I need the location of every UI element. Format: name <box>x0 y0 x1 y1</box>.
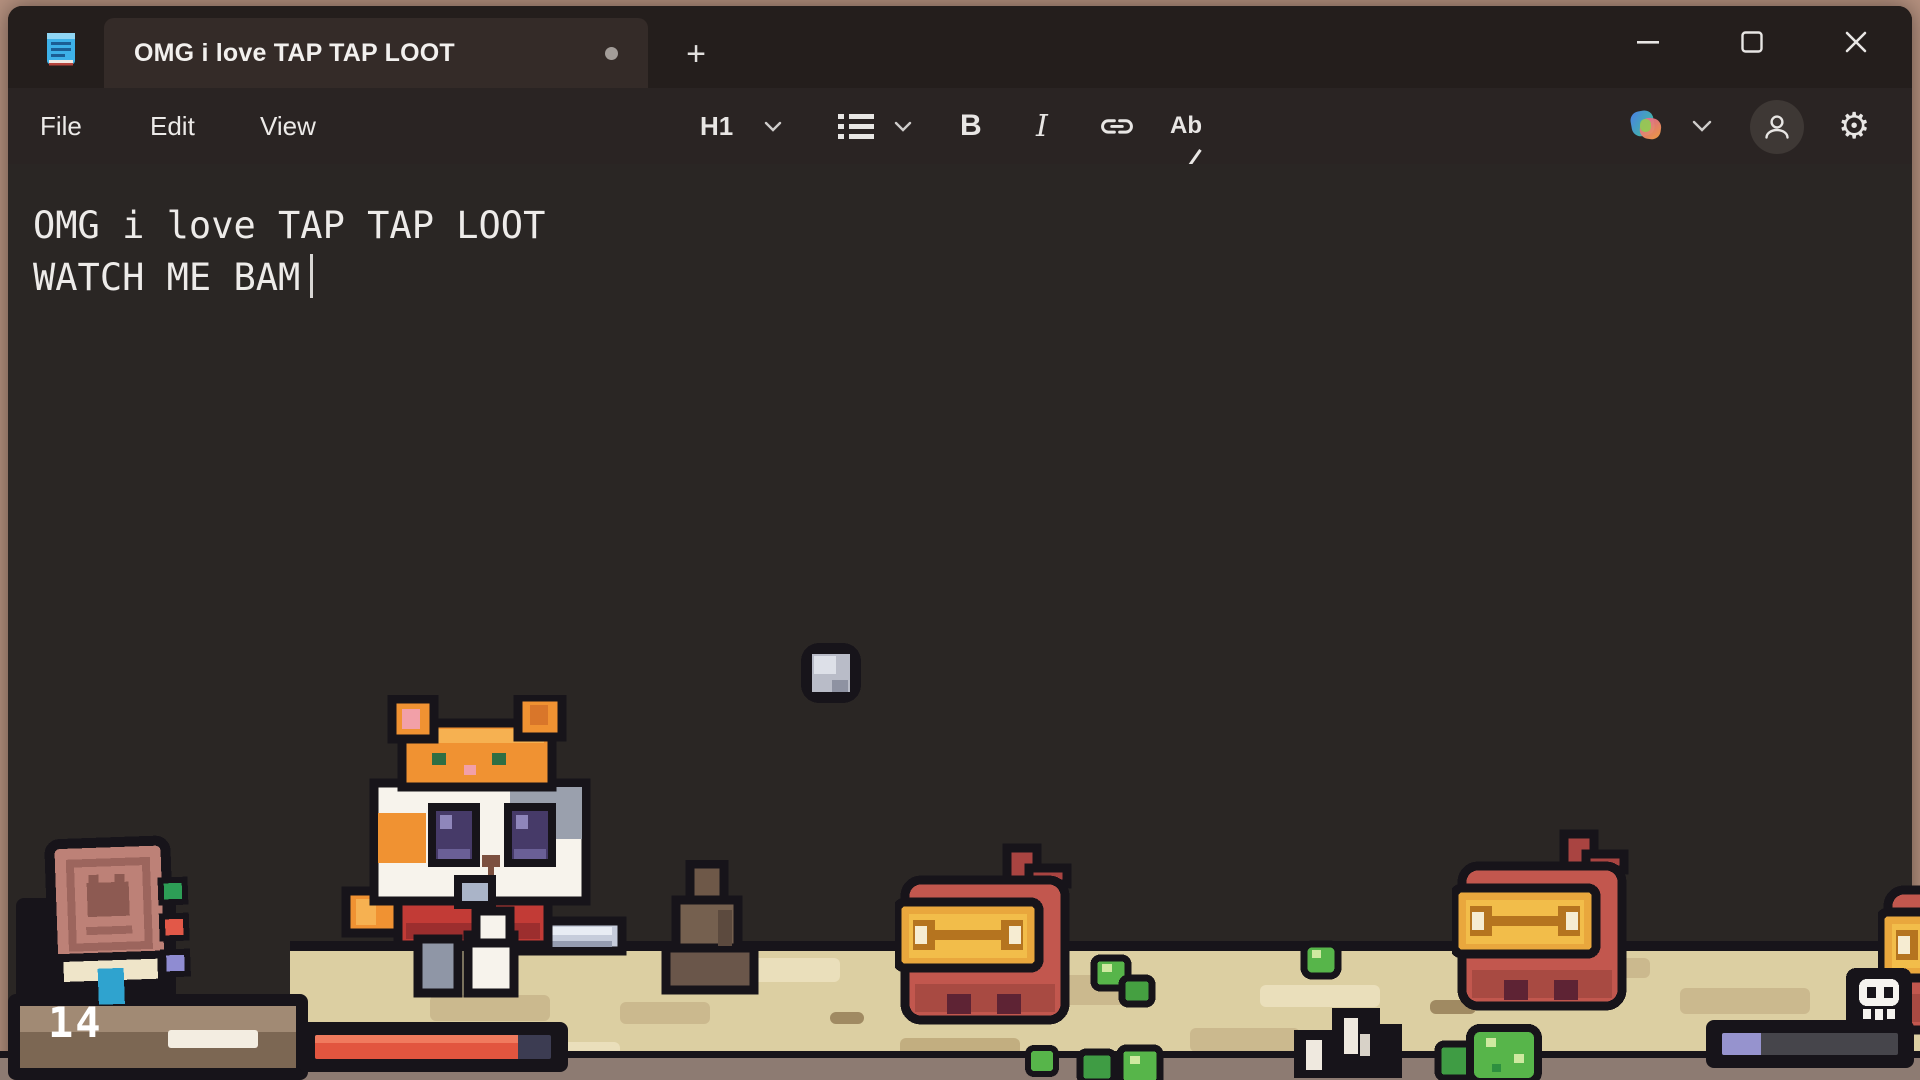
loot-bag-enemy[interactable] <box>895 842 1080 1027</box>
boss-track <box>1722 1033 1898 1055</box>
gem-cluster <box>1022 1044 1066 1080</box>
rock-icon <box>660 860 764 998</box>
boss-fill <box>1722 1033 1761 1055</box>
sand-speck <box>830 1012 864 1024</box>
sand-blotch <box>1680 988 1810 1014</box>
cat-hero-sprite <box>340 695 640 1000</box>
hp-track <box>315 1035 551 1059</box>
loot-bag-sprite <box>1452 828 1637 1013</box>
projectile-ball <box>800 642 862 704</box>
game-overlay: 14 <box>0 0 1920 1080</box>
hp-fill <box>315 1035 518 1059</box>
cat-hero <box>340 695 640 1000</box>
sand-blotch <box>620 1002 710 1024</box>
gem-cluster <box>1076 1042 1166 1080</box>
drop-item <box>1292 1004 1412 1080</box>
gem-cluster <box>1434 1020 1546 1080</box>
spellbook-count: 14 <box>48 998 103 1047</box>
white-bar <box>168 1030 258 1048</box>
rock <box>660 860 764 998</box>
spellbook-icon <box>41 833 197 1010</box>
loot-bag-enemy[interactable] <box>1452 828 1637 1013</box>
gem-cluster <box>1088 952 1168 1014</box>
sand-blotch <box>1190 1028 1300 1052</box>
desktop: OMG i love TAP TAP LOOT + File Edit View <box>0 0 1920 1080</box>
ball-icon <box>800 642 862 704</box>
spellbook-item[interactable] <box>41 833 197 1010</box>
loot-bag-sprite <box>895 842 1080 1027</box>
boss-progress-bar <box>1706 1020 1914 1068</box>
player-hp-bar <box>298 1022 568 1072</box>
gem-cluster <box>1296 938 1354 988</box>
